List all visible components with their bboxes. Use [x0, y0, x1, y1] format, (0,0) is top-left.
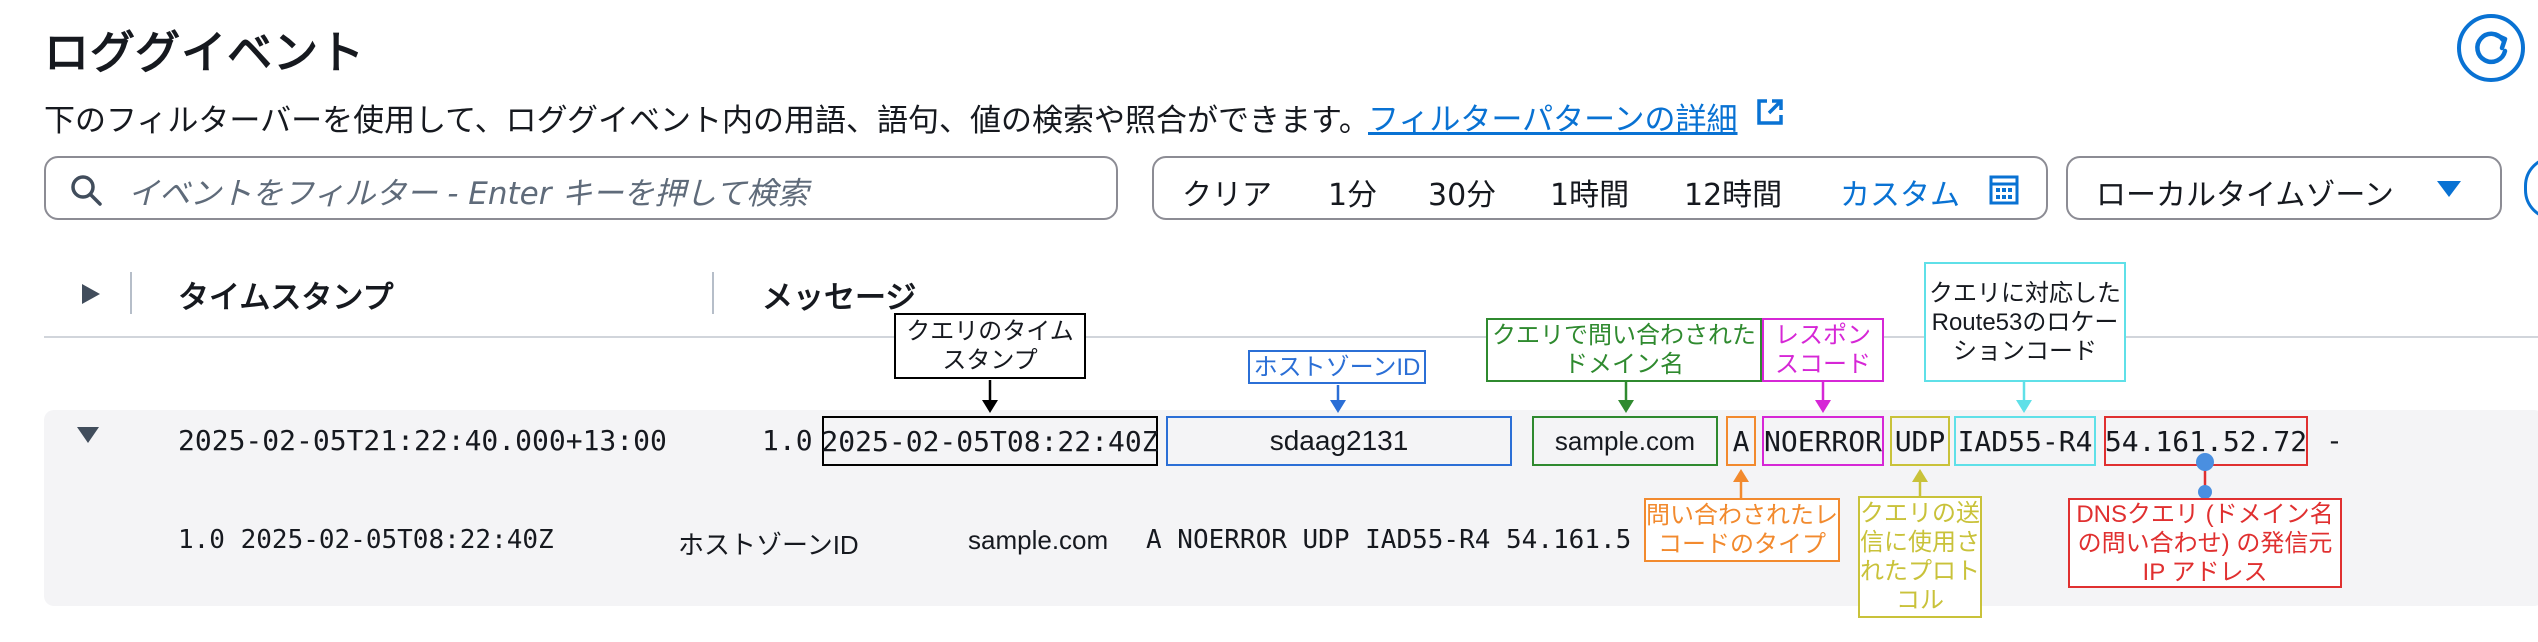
annotation-query-timestamp: クエリのタイムスタンプ [894, 313, 1086, 379]
annotation-hosted-zone-id: ホストゾーンID [1248, 350, 1426, 384]
annotation-resolver-ip: DNSクエリ (ドメイン名の問い合わせ) の発信元IP アドレス [2068, 498, 2342, 588]
annotation-protocol: クエリの送信に使用されたプロトコル [1858, 496, 1982, 618]
annotation-query-name: クエリで問い合わされたドメイン名 [1486, 318, 1762, 382]
annotation-query-type: 問い合わされたレコードのタイプ [1644, 498, 1840, 562]
annotation-response-code: レスポンスコード [1762, 318, 1884, 382]
annotation-edge-location: クエリに対応したRoute53のロケーションコード [1924, 262, 2126, 382]
